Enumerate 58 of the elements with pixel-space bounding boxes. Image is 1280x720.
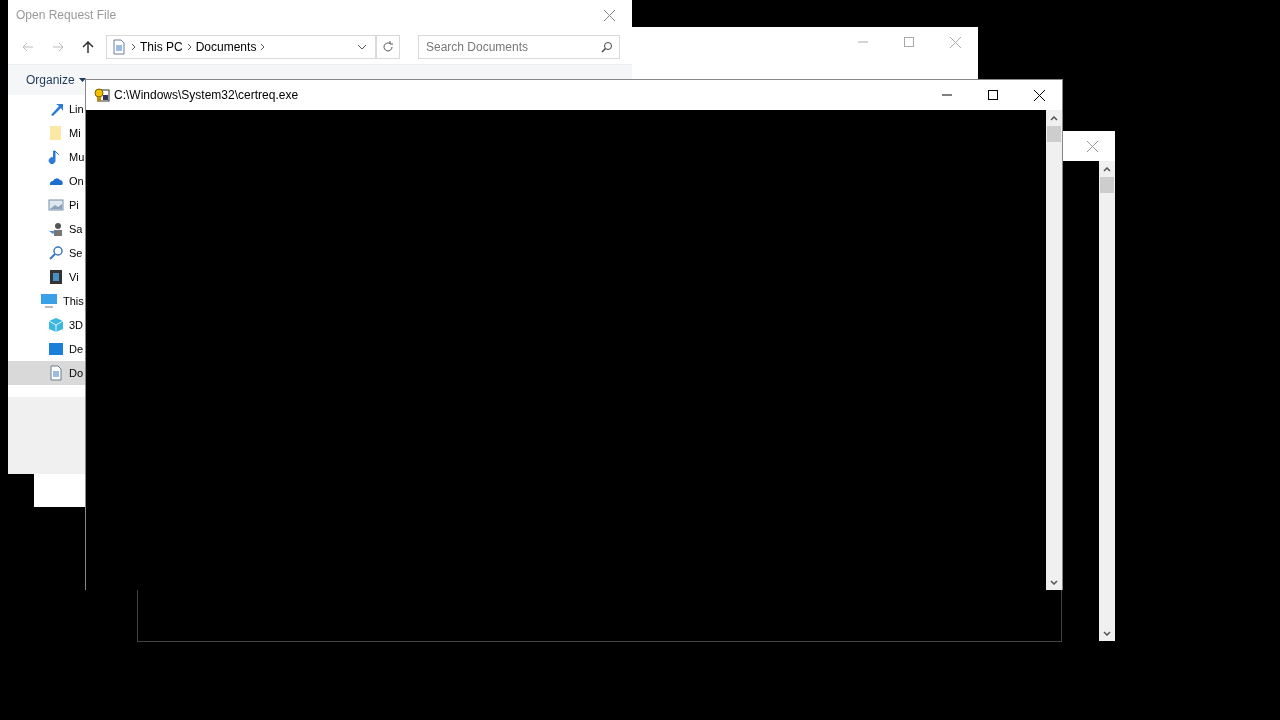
chevron-right-icon <box>131 43 136 51</box>
maximize-icon <box>988 90 998 100</box>
search-field[interactable]: Search Documents <box>418 35 620 59</box>
breadcrumb-item[interactable]: Documents <box>195 40 257 54</box>
arrow-right-icon <box>52 42 64 52</box>
minimize-icon <box>858 41 868 43</box>
sidebar-item[interactable]: 3D <box>8 313 85 337</box>
sidebar-item[interactable]: Sa <box>8 217 85 241</box>
sidebar-item[interactable]: Mu <box>8 145 85 169</box>
chevron-right-icon <box>186 43 192 51</box>
chevron-right-icon <box>260 43 266 51</box>
sidebar-item[interactable]: This <box>8 289 85 313</box>
arrow-left-icon <box>22 42 34 52</box>
breadcrumb-item[interactable]: This PC <box>140 40 183 54</box>
scrollbar[interactable] <box>1046 110 1062 590</box>
refresh-button[interactable] <box>376 35 400 59</box>
close-icon <box>949 36 961 48</box>
arrow-icon <box>48 101 64 117</box>
search-icon <box>48 245 64 261</box>
dropdown-icon <box>357 44 367 50</box>
window-title: C:\Windows\System32\certreq.exe <box>113 88 300 102</box>
sidebar-item[interactable]: De <box>8 337 85 361</box>
cube-icon <box>48 317 64 333</box>
document-icon <box>48 365 64 381</box>
maximize-icon <box>904 37 914 47</box>
close-icon <box>1086 140 1098 152</box>
scrollbar-thumb[interactable] <box>1100 177 1114 193</box>
figure-icon <box>48 221 64 237</box>
sidebar-item[interactable]: Vi <box>8 265 85 289</box>
sidebar-item[interactable]: On <box>8 169 85 193</box>
window-title: Open Request File <box>15 8 118 22</box>
desktop-icon <box>48 341 64 357</box>
scroll-up-icon <box>1103 166 1111 172</box>
monitor-icon <box>40 293 58 309</box>
sidebar-item[interactable]: Se <box>8 241 85 265</box>
minimize-icon <box>942 94 952 96</box>
document-icon <box>111 39 127 55</box>
caret-icon <box>78 78 86 82</box>
close-icon <box>1033 89 1045 101</box>
folder-icon <box>48 125 64 141</box>
close-icon <box>603 9 615 21</box>
sidebar-item[interactable]: Mi <box>8 121 85 145</box>
arrow-up-icon <box>82 41 94 53</box>
search-icon <box>601 41 613 53</box>
image-icon <box>48 197 64 213</box>
scroll-up-icon <box>1050 115 1058 121</box>
sidebar-item[interactable]: Lin <box>8 97 85 121</box>
scroll-down-icon <box>1050 579 1058 585</box>
address-bar[interactable]: This PC Documents <box>106 35 376 59</box>
film-icon <box>48 269 64 285</box>
certificate-icon <box>94 87 110 103</box>
scrollbar-thumb[interactable] <box>1047 126 1061 142</box>
scroll-down-icon <box>1103 630 1111 636</box>
scrollbar[interactable] <box>1099 161 1115 641</box>
organize-button[interactable]: Organize <box>26 73 86 87</box>
sidebar-item[interactable]: Pi <box>8 193 85 217</box>
refresh-icon <box>382 41 394 53</box>
sidebar-item[interactable]: Do <box>8 361 85 385</box>
